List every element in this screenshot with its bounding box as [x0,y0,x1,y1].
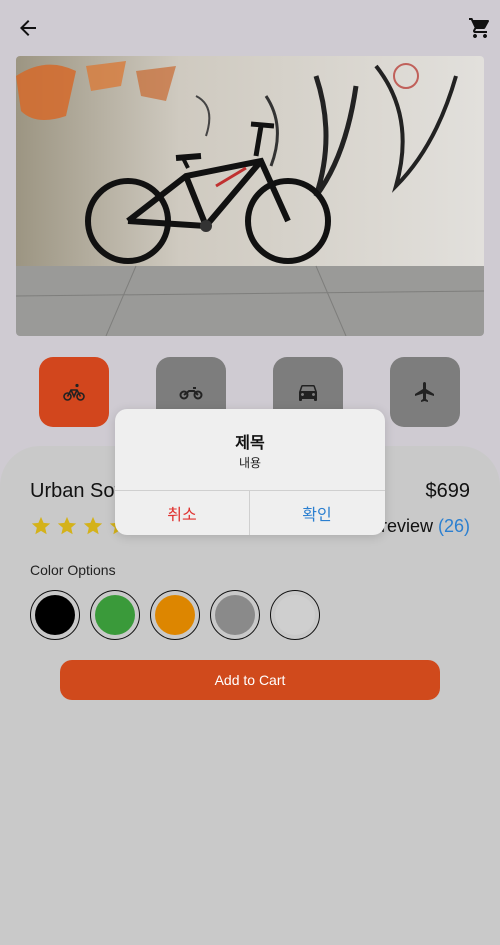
review-summary[interactable]: review (26) [381,516,470,537]
dialog-title: 제목 [235,433,265,452]
category-bicycle-button[interactable] [39,357,109,427]
star-filled-icon [57,516,77,535]
product-title: Urban Soft [30,480,126,502]
car-icon [299,385,317,401]
star-filled-icon [83,516,103,535]
review-label: review [380,516,433,536]
product-price: $699 [425,480,471,502]
arrow-left-icon[interactable] [16,16,40,40]
top-app-bar [0,0,500,56]
airplane-icon [415,382,434,402]
color-options-label: Color Options [30,562,116,578]
review-count: (26) [437,516,470,536]
bicycle-icon [63,383,85,401]
dialog-cancel-button[interactable]: 취소 [115,491,249,535]
motorcycle-icon [179,387,203,400]
shopping-cart-icon[interactable] [468,16,492,40]
color-swatch-black[interactable] [30,590,80,640]
star-filled-icon [31,516,51,535]
color-swatch-orange[interactable] [150,590,200,640]
color-swatch-gray[interactable] [210,590,260,640]
dialog-message: 내용 [238,456,262,470]
dialog-confirm-button[interactable]: 확인 [250,491,384,535]
color-swatch-white[interactable] [270,590,320,640]
product-image [16,56,484,336]
color-swatch-green[interactable] [90,590,140,640]
category-airplane-button[interactable] [390,357,460,427]
alert-dialog: 제목 내용 취소 확인 [115,409,385,535]
add-to-cart-button[interactable]: Add to Cart [60,660,440,700]
